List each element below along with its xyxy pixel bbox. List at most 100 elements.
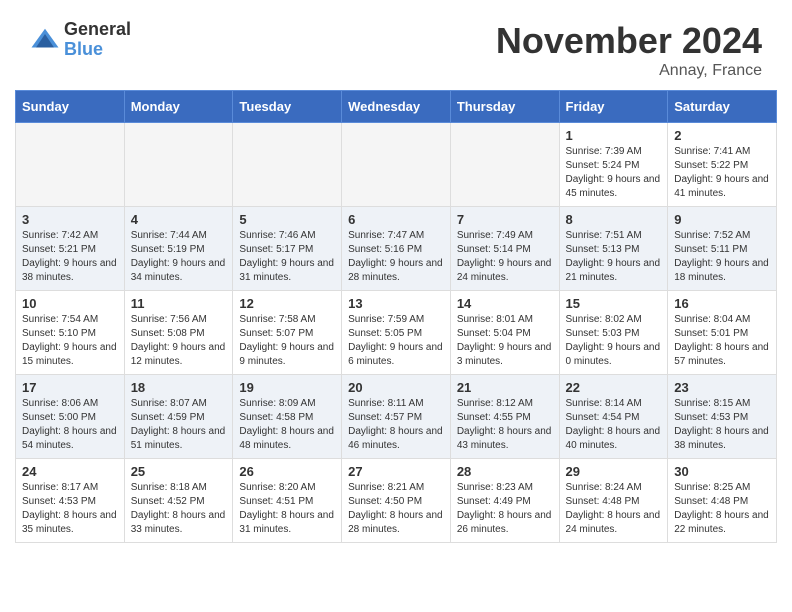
location: Annay, France [496, 62, 762, 80]
page-header: General Blue November 2024 Annay, France [0, 0, 792, 90]
logo-general: General [64, 20, 131, 40]
calendar-header-row: SundayMondayTuesdayWednesdayThursdayFrid… [16, 91, 777, 123]
day-number: 22 [566, 380, 662, 395]
calendar-week-row: 17 Sunrise: 8:06 AMSunset: 5:00 PMDayligh… [16, 375, 777, 459]
day-info: Sunrise: 8:24 AMSunset: 4:48 PMDaylight:… [566, 481, 662, 537]
weekday-header: Wednesday [342, 91, 451, 123]
day-number: 20 [348, 380, 444, 395]
day-info: Sunrise: 7:41 AMSunset: 5:22 PMDaylight:… [674, 145, 770, 201]
calendar-day-cell: 5 Sunrise: 7:46 AMSunset: 5:17 PMDaylight… [233, 207, 342, 291]
day-info: Sunrise: 7:47 AMSunset: 5:16 PMDaylight:… [348, 229, 444, 285]
day-number: 25 [131, 464, 227, 479]
day-info: Sunrise: 7:49 AMSunset: 5:14 PMDaylight:… [457, 229, 553, 285]
calendar-day-cell: 30 Sunrise: 8:25 AMSunset: 4:48 PMDayligh… [668, 459, 777, 543]
day-number: 5 [239, 212, 335, 227]
calendar-table: SundayMondayTuesdayWednesdayThursdayFrid… [15, 90, 777, 543]
day-number: 15 [566, 296, 662, 311]
weekday-header: Saturday [668, 91, 777, 123]
calendar-day-cell: 16 Sunrise: 8:04 AMSunset: 5:01 PMDayligh… [668, 291, 777, 375]
calendar-day-cell: 18 Sunrise: 8:07 AMSunset: 4:59 PMDayligh… [124, 375, 233, 459]
day-number: 8 [566, 212, 662, 227]
day-info: Sunrise: 7:54 AMSunset: 5:10 PMDaylight:… [22, 313, 118, 369]
day-info: Sunrise: 8:15 AMSunset: 4:53 PMDaylight:… [674, 397, 770, 453]
day-number: 30 [674, 464, 770, 479]
day-info: Sunrise: 7:59 AMSunset: 5:05 PMDaylight:… [348, 313, 444, 369]
calendar-day-cell: 25 Sunrise: 8:18 AMSunset: 4:52 PMDayligh… [124, 459, 233, 543]
day-info: Sunrise: 8:25 AMSunset: 4:48 PMDaylight:… [674, 481, 770, 537]
day-number: 13 [348, 296, 444, 311]
day-number: 6 [348, 212, 444, 227]
day-info: Sunrise: 7:52 AMSunset: 5:11 PMDaylight:… [674, 229, 770, 285]
title-block: November 2024 Annay, France [496, 20, 762, 80]
day-info: Sunrise: 8:06 AMSunset: 5:00 PMDaylight:… [22, 397, 118, 453]
calendar-wrapper: SundayMondayTuesdayWednesdayThursdayFrid… [0, 90, 792, 558]
calendar-day-cell: 3 Sunrise: 7:42 AMSunset: 5:21 PMDaylight… [16, 207, 125, 291]
day-number: 3 [22, 212, 118, 227]
calendar-week-row: 10 Sunrise: 7:54 AMSunset: 5:10 PMDayligh… [16, 291, 777, 375]
day-info: Sunrise: 8:23 AMSunset: 4:49 PMDaylight:… [457, 481, 553, 537]
day-info: Sunrise: 7:46 AMSunset: 5:17 PMDaylight:… [239, 229, 335, 285]
day-number: 12 [239, 296, 335, 311]
day-info: Sunrise: 8:14 AMSunset: 4:54 PMDaylight:… [566, 397, 662, 453]
day-info: Sunrise: 8:17 AMSunset: 4:53 PMDaylight:… [22, 481, 118, 537]
weekday-header: Tuesday [233, 91, 342, 123]
logo-text: General Blue [64, 20, 131, 60]
day-number: 4 [131, 212, 227, 227]
day-info: Sunrise: 8:11 AMSunset: 4:57 PMDaylight:… [348, 397, 444, 453]
weekday-header: Sunday [16, 91, 125, 123]
day-number: 16 [674, 296, 770, 311]
weekday-header: Monday [124, 91, 233, 123]
day-number: 27 [348, 464, 444, 479]
calendar-day-cell: 17 Sunrise: 8:06 AMSunset: 5:00 PMDayligh… [16, 375, 125, 459]
calendar-day-cell: 10 Sunrise: 7:54 AMSunset: 5:10 PMDayligh… [16, 291, 125, 375]
calendar-day-cell [124, 123, 233, 207]
day-info: Sunrise: 8:07 AMSunset: 4:59 PMDaylight:… [131, 397, 227, 453]
day-info: Sunrise: 7:58 AMSunset: 5:07 PMDaylight:… [239, 313, 335, 369]
day-number: 10 [22, 296, 118, 311]
day-number: 17 [22, 380, 118, 395]
logo-blue: Blue [64, 40, 131, 60]
calendar-week-row: 24Sunrise: 8:17 AMSunset: 4:53 PMDayligh… [16, 459, 777, 543]
calendar-week-row: 1Sunrise: 7:39 AMSunset: 5:24 PMDaylight… [16, 123, 777, 207]
calendar-day-cell [342, 123, 451, 207]
day-info: Sunrise: 7:42 AMSunset: 5:21 PMDaylight:… [22, 229, 118, 285]
day-number: 29 [566, 464, 662, 479]
day-number: 7 [457, 212, 553, 227]
logo-icon [30, 25, 60, 55]
calendar-day-cell: 11Sunrise: 7:56 AMSunset: 5:08 PMDayligh… [124, 291, 233, 375]
calendar-day-cell: 26 Sunrise: 8:20 AMSunset: 4:51 PMDayligh… [233, 459, 342, 543]
day-info: Sunrise: 7:44 AMSunset: 5:19 PMDaylight:… [131, 229, 227, 285]
day-info: Sunrise: 8:18 AMSunset: 4:52 PMDaylight:… [131, 481, 227, 537]
calendar-week-row: 3 Sunrise: 7:42 AMSunset: 5:21 PMDaylight… [16, 207, 777, 291]
day-number: 1 [566, 128, 662, 143]
day-number: 26 [239, 464, 335, 479]
day-number: 19 [239, 380, 335, 395]
day-number: 21 [457, 380, 553, 395]
weekday-header: Friday [559, 91, 668, 123]
day-info: Sunrise: 7:56 AMSunset: 5:08 PMDaylight:… [131, 313, 227, 369]
calendar-day-cell: 21Sunrise: 8:12 AMSunset: 4:55 PMDayligh… [450, 375, 559, 459]
calendar-day-cell: 13 Sunrise: 7:59 AMSunset: 5:05 PMDayligh… [342, 291, 451, 375]
calendar-day-cell: 1Sunrise: 7:39 AMSunset: 5:24 PMDaylight… [559, 123, 668, 207]
day-number: 2 [674, 128, 770, 143]
day-info: Sunrise: 8:04 AMSunset: 5:01 PMDaylight:… [674, 313, 770, 369]
calendar-day-cell: 24Sunrise: 8:17 AMSunset: 4:53 PMDayligh… [16, 459, 125, 543]
day-number: 14 [457, 296, 553, 311]
calendar-day-cell: 29 Sunrise: 8:24 AMSunset: 4:48 PMDayligh… [559, 459, 668, 543]
day-info: Sunrise: 7:51 AMSunset: 5:13 PMDaylight:… [566, 229, 662, 285]
calendar-day-cell: 12 Sunrise: 7:58 AMSunset: 5:07 PMDayligh… [233, 291, 342, 375]
weekday-header: Thursday [450, 91, 559, 123]
calendar-day-cell: 4 Sunrise: 7:44 AMSunset: 5:19 PMDaylight… [124, 207, 233, 291]
calendar-day-cell [450, 123, 559, 207]
calendar-day-cell: 20 Sunrise: 8:11 AMSunset: 4:57 PMDayligh… [342, 375, 451, 459]
calendar-day-cell: 14 Sunrise: 8:01 AMSunset: 5:04 PMDayligh… [450, 291, 559, 375]
day-info: Sunrise: 8:01 AMSunset: 5:04 PMDaylight:… [457, 313, 553, 369]
calendar-day-cell: 28Sunrise: 8:23 AMSunset: 4:49 PMDayligh… [450, 459, 559, 543]
calendar-day-cell: 2 Sunrise: 7:41 AMSunset: 5:22 PMDaylight… [668, 123, 777, 207]
calendar-day-cell: 8 Sunrise: 7:51 AMSunset: 5:13 PMDaylight… [559, 207, 668, 291]
logo: General Blue [30, 20, 131, 60]
day-number: 18 [131, 380, 227, 395]
day-info: Sunrise: 8:20 AMSunset: 4:51 PMDaylight:… [239, 481, 335, 537]
calendar-day-cell: 6 Sunrise: 7:47 AMSunset: 5:16 PMDaylight… [342, 207, 451, 291]
day-info: Sunrise: 8:21 AMSunset: 4:50 PMDaylight:… [348, 481, 444, 537]
